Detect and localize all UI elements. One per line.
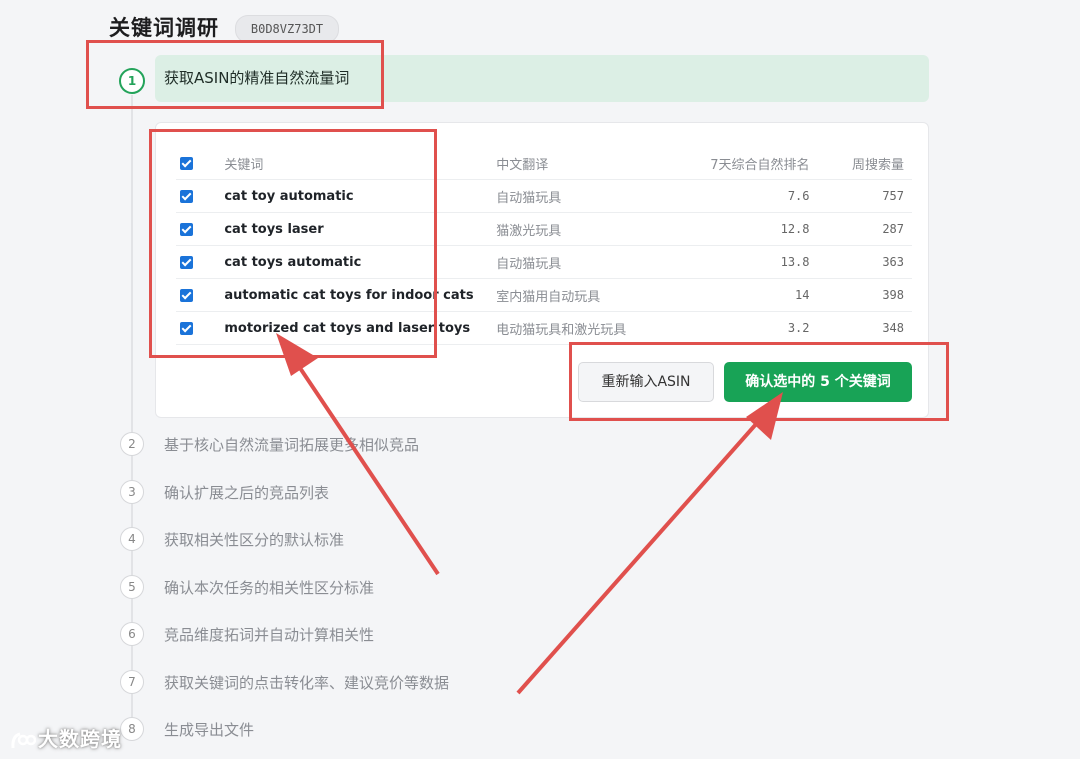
row-rank: 13.8 xyxy=(682,245,810,279)
table-row[interactable]: automatic cat toys for indoor cats 室内猫用自… xyxy=(176,278,912,312)
row-checkbox-cell[interactable] xyxy=(176,212,225,246)
row-rank: 3.2 xyxy=(682,311,810,345)
asin-badge: B0D8VZ73DT xyxy=(235,15,339,43)
row-keyword: cat toys automatic xyxy=(224,245,497,279)
brand-logo-icon xyxy=(11,732,36,748)
table-row[interactable]: motorized cat toys and laser toys 电动猫玩具和… xyxy=(176,311,912,345)
confirm-keywords-button[interactable]: 确认选中的 5 个关键词 xyxy=(724,362,912,402)
row-rank: 12.8 xyxy=(682,212,810,246)
step-3-number: 3 xyxy=(120,480,144,504)
table-row[interactable]: cat toys automatic 自动猫玩具 13.8 363 xyxy=(176,245,912,279)
step-8-number: 8 xyxy=(120,717,144,741)
header-rank[interactable]: 7天综合自然排名 xyxy=(682,147,810,180)
row-translation: 室内猫用自动玩具 xyxy=(496,278,683,312)
arrow-to-confirm xyxy=(516,392,783,695)
row-volume: 398 xyxy=(809,278,912,312)
row-keyword: automatic cat toys for indoor cats xyxy=(224,278,497,312)
row-keyword: cat toys laser xyxy=(224,212,497,246)
step-5-number: 5 xyxy=(120,575,144,599)
step-2-label: 基于核心自然流量词拓展更多相似竞品 xyxy=(164,436,420,454)
keyword-table: 关键词 中文翻译 7天综合自然排名 周搜索量 cat toy automatic… xyxy=(176,147,912,345)
header-translation: 中文翻译 xyxy=(496,147,683,180)
row-volume: 363 xyxy=(809,245,912,279)
row-translation: 自动猫玩具 xyxy=(496,245,683,279)
row-checkbox[interactable] xyxy=(180,255,193,269)
row-volume: 348 xyxy=(809,311,912,345)
page-title: 关键词调研 xyxy=(109,16,219,40)
row-rank: 14 xyxy=(682,278,810,312)
step-7-label: 获取关键词的点击转化率、建议竞价等数据 xyxy=(164,674,450,692)
step-7-number: 7 xyxy=(120,670,144,694)
select-all-checkbox[interactable] xyxy=(180,156,193,170)
step-6-label: 竞品维度拓词并自动计算相关性 xyxy=(164,626,375,644)
step-5-label: 确认本次任务的相关性区分标准 xyxy=(164,579,375,597)
watermark: 大数跨境 xyxy=(10,723,122,752)
row-checkbox-cell[interactable] xyxy=(176,179,225,213)
step-1-label: 获取ASIN的精准自然流量词 xyxy=(164,69,350,87)
row-volume: 757 xyxy=(809,179,912,213)
row-keyword: cat toy automatic xyxy=(224,179,497,213)
row-translation: 猫激光玩具 xyxy=(496,212,683,246)
header-keyword: 关键词 xyxy=(224,147,497,180)
step-8-label: 生成导出文件 xyxy=(164,721,255,739)
row-checkbox[interactable] xyxy=(180,189,193,203)
row-checkbox[interactable] xyxy=(180,222,193,236)
row-checkbox-cell[interactable] xyxy=(176,245,225,279)
step-6-number: 6 xyxy=(120,622,144,646)
table-row[interactable]: cat toys laser 猫激光玩具 12.8 287 xyxy=(176,212,912,246)
row-volume: 287 xyxy=(809,212,912,246)
row-checkbox-cell[interactable] xyxy=(176,278,225,312)
row-translation: 自动猫玩具 xyxy=(496,179,683,213)
reenter-asin-button[interactable]: 重新输入ASIN xyxy=(578,362,714,402)
step-3-label: 确认扩展之后的竞品列表 xyxy=(164,484,330,502)
row-checkbox[interactable] xyxy=(180,321,193,335)
step-1-number: 1 xyxy=(119,68,145,94)
header-volume[interactable]: 周搜索量 xyxy=(809,147,912,180)
row-checkbox[interactable] xyxy=(180,288,193,302)
watermark-text: 大数跨境 xyxy=(38,727,122,751)
row-rank: 7.6 xyxy=(682,179,810,213)
step-4-number: 4 xyxy=(120,527,144,551)
step-4-label: 获取相关性区分的默认标准 xyxy=(164,531,345,549)
table-header-row: 关键词 中文翻译 7天综合自然排名 周搜索量 xyxy=(176,147,912,180)
select-all-checkbox-cell[interactable] xyxy=(176,147,225,180)
row-keyword: motorized cat toys and laser toys xyxy=(224,311,497,345)
step-2-number: 2 xyxy=(120,432,144,456)
row-translation: 电动猫玩具和激光玩具 xyxy=(496,311,683,345)
keyword-selection-card: 关键词 中文翻译 7天综合自然排名 周搜索量 cat toy automatic… xyxy=(155,122,929,418)
table-row[interactable]: cat toy automatic 自动猫玩具 7.6 757 xyxy=(176,179,912,213)
row-checkbox-cell[interactable] xyxy=(176,311,225,345)
